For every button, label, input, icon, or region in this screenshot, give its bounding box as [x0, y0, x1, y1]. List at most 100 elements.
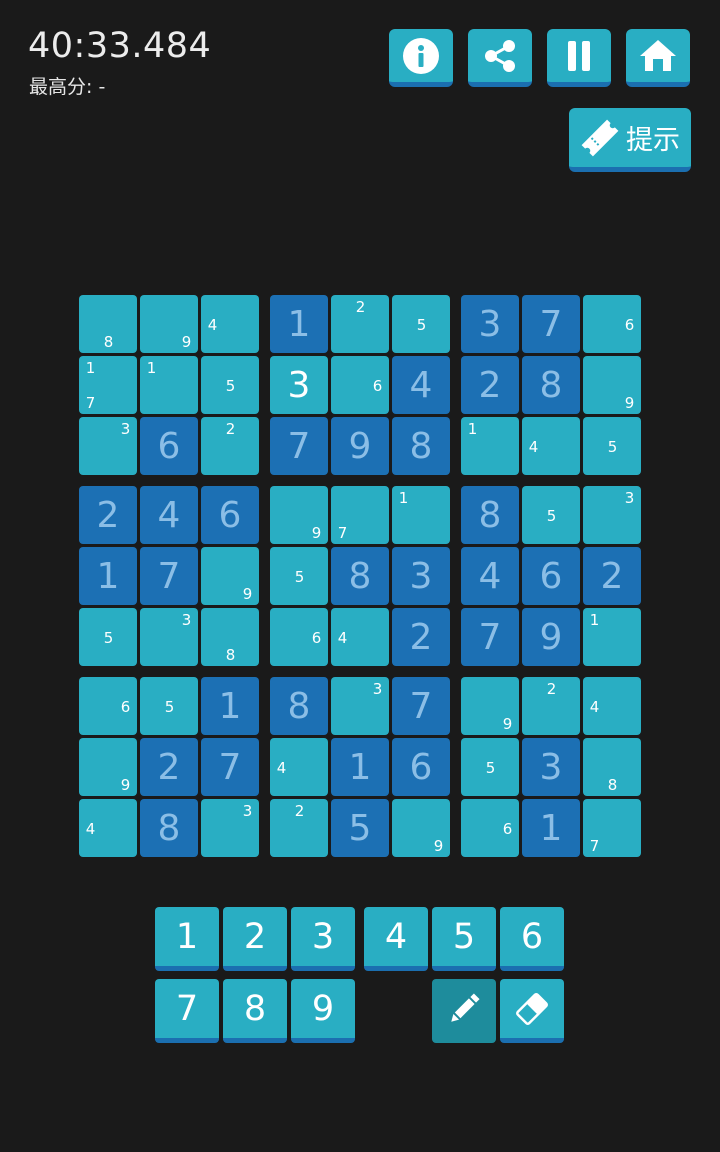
board-cell[interactable]: 9: [201, 547, 259, 605]
board-cell[interactable]: 3: [331, 677, 389, 735]
board-cell[interactable]: 2: [331, 295, 389, 353]
board-cell[interactable]: 5: [461, 738, 519, 796]
board-cell[interactable]: 4: [270, 738, 328, 796]
board-cell[interactable]: 5: [201, 356, 259, 414]
board-cell[interactable]: 1: [140, 356, 198, 414]
board-cell[interactable]: 7: [140, 547, 198, 605]
number-button-5[interactable]: 5: [432, 907, 496, 971]
board-cell[interactable]: 4: [140, 486, 198, 544]
board-cell[interactable]: 1: [201, 677, 259, 735]
eraser-button[interactable]: [500, 979, 564, 1043]
board-cell[interactable]: 4: [331, 608, 389, 666]
cell-value: 1: [287, 303, 311, 345]
board-cell[interactable]: 6: [201, 486, 259, 544]
board-cell[interactable]: 2: [140, 738, 198, 796]
cell-note: 8: [607, 775, 618, 794]
board-cell[interactable]: 1: [461, 417, 519, 475]
board-cell[interactable]: 5: [140, 677, 198, 735]
board-cell[interactable]: 2: [201, 417, 259, 475]
board-cell[interactable]: 4: [522, 417, 580, 475]
board-cell[interactable]: 4: [392, 356, 450, 414]
board-cell[interactable]: 2: [270, 799, 328, 857]
board-cell[interactable]: 8: [79, 295, 137, 353]
board-cell[interactable]: 3: [392, 547, 450, 605]
board-cell[interactable]: 8: [201, 608, 259, 666]
hint-button[interactable]: 提示: [569, 108, 691, 172]
board-cell[interactable]: 9: [461, 677, 519, 735]
board-cell[interactable]: 5: [331, 799, 389, 857]
board-cell[interactable]: 6: [461, 799, 519, 857]
cell-note: 1: [467, 419, 478, 438]
board-cell[interactable]: 9: [583, 356, 641, 414]
number-button-2[interactable]: 2: [223, 907, 287, 971]
number-button-7[interactable]: 7: [155, 979, 219, 1043]
board-cell[interactable]: 2: [583, 547, 641, 605]
board-cell[interactable]: 4: [583, 677, 641, 735]
board-cell[interactable]: 6: [270, 608, 328, 666]
board-cell[interactable]: 6: [522, 547, 580, 605]
board-cell[interactable]: 8: [331, 547, 389, 605]
board-cell[interactable]: 7: [331, 486, 389, 544]
number-button-9[interactable]: 9: [291, 979, 355, 1043]
board-cell[interactable]: 3: [461, 295, 519, 353]
board-cell[interactable]: 6: [392, 738, 450, 796]
board-cell[interactable]: 3: [583, 486, 641, 544]
board-cell[interactable]: 1: [331, 738, 389, 796]
board-cell[interactable]: 8: [270, 677, 328, 735]
board-cell[interactable]: 8: [140, 799, 198, 857]
board-cell[interactable]: 7: [522, 295, 580, 353]
board-cell[interactable]: 6: [140, 417, 198, 475]
board-cell[interactable]: 3: [270, 356, 328, 414]
board-cell[interactable]: 7: [201, 738, 259, 796]
number-button-1[interactable]: 1: [155, 907, 219, 971]
home-button[interactable]: [626, 29, 690, 87]
board-cell[interactable]: 7: [461, 608, 519, 666]
board-cell[interactable]: 3: [201, 799, 259, 857]
info-button[interactable]: [389, 29, 453, 87]
board-cell[interactable]: 8: [522, 356, 580, 414]
number-button-3[interactable]: 3: [291, 907, 355, 971]
board-cell[interactable]: 9: [522, 608, 580, 666]
board-cell[interactable]: 1: [79, 547, 137, 605]
board-cell[interactable]: 5: [270, 547, 328, 605]
board-cell[interactable]: 9: [140, 295, 198, 353]
board-cell[interactable]: 6: [79, 677, 137, 735]
board-cell[interactable]: 7: [583, 799, 641, 857]
board-cell[interactable]: 2: [522, 677, 580, 735]
board-cell[interactable]: 9: [392, 799, 450, 857]
pause-button[interactable]: [547, 29, 611, 87]
board-cell[interactable]: 8: [583, 738, 641, 796]
number-button-6[interactable]: 6: [500, 907, 564, 971]
board-cell[interactable]: 9: [331, 417, 389, 475]
board-cell[interactable]: 1: [522, 799, 580, 857]
board-cell[interactable]: 4: [461, 547, 519, 605]
board-cell[interactable]: 3: [522, 738, 580, 796]
board-cell[interactable]: 1: [583, 608, 641, 666]
number-button-8[interactable]: 8: [223, 979, 287, 1043]
board-cell[interactable]: 5: [79, 608, 137, 666]
board-cell[interactable]: 6: [583, 295, 641, 353]
board-cell[interactable]: 8: [392, 417, 450, 475]
board-cell[interactable]: 2: [79, 486, 137, 544]
board-cell[interactable]: 4: [201, 295, 259, 353]
board-cell[interactable]: 5: [522, 486, 580, 544]
board-cell[interactable]: 2: [392, 608, 450, 666]
board-cell[interactable]: 1: [270, 295, 328, 353]
board-cell[interactable]: 9: [79, 738, 137, 796]
board-cell[interactable]: 1: [392, 486, 450, 544]
board-cell[interactable]: 3: [140, 608, 198, 666]
board-cell[interactable]: 3: [79, 417, 137, 475]
board-cell[interactable]: 17: [79, 356, 137, 414]
board-cell[interactable]: 2: [461, 356, 519, 414]
number-button-4[interactable]: 4: [364, 907, 428, 971]
board-cell[interactable]: 8: [461, 486, 519, 544]
board-cell[interactable]: 7: [392, 677, 450, 735]
board-cell[interactable]: 7: [270, 417, 328, 475]
board-cell[interactable]: 5: [392, 295, 450, 353]
board-cell[interactable]: 5: [583, 417, 641, 475]
board-cell[interactable]: 9: [270, 486, 328, 544]
board-cell[interactable]: 6: [331, 356, 389, 414]
share-button[interactable]: [468, 29, 532, 87]
board-cell[interactable]: 4: [79, 799, 137, 857]
pencil-button[interactable]: [432, 979, 496, 1043]
